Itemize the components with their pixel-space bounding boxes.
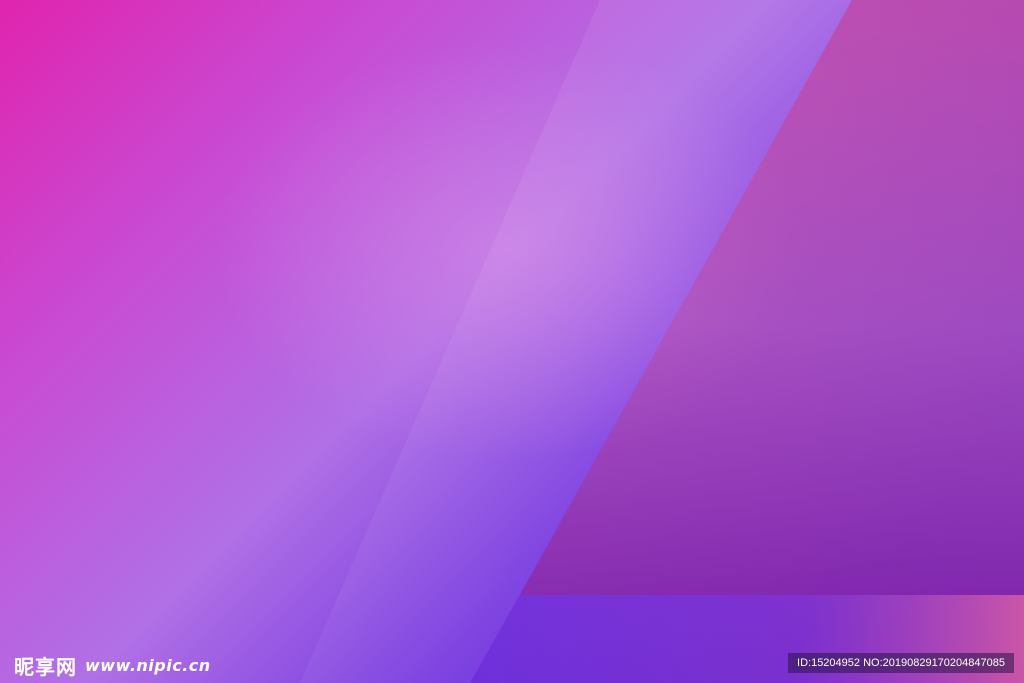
logo-text: 昵享网 xyxy=(14,654,77,679)
watermark-logo: 昵享网 www.nipic.cn xyxy=(14,650,211,680)
gradient-background: 昵享网 www.nipic.cn ID:15204952 NO:20190829… xyxy=(0,0,1024,683)
geometric-shapes xyxy=(300,0,1024,683)
site-url: www.nipic.cn xyxy=(85,655,211,675)
image-id-label: ID:15204952 NO:20190829170204847085 xyxy=(788,653,1014,673)
